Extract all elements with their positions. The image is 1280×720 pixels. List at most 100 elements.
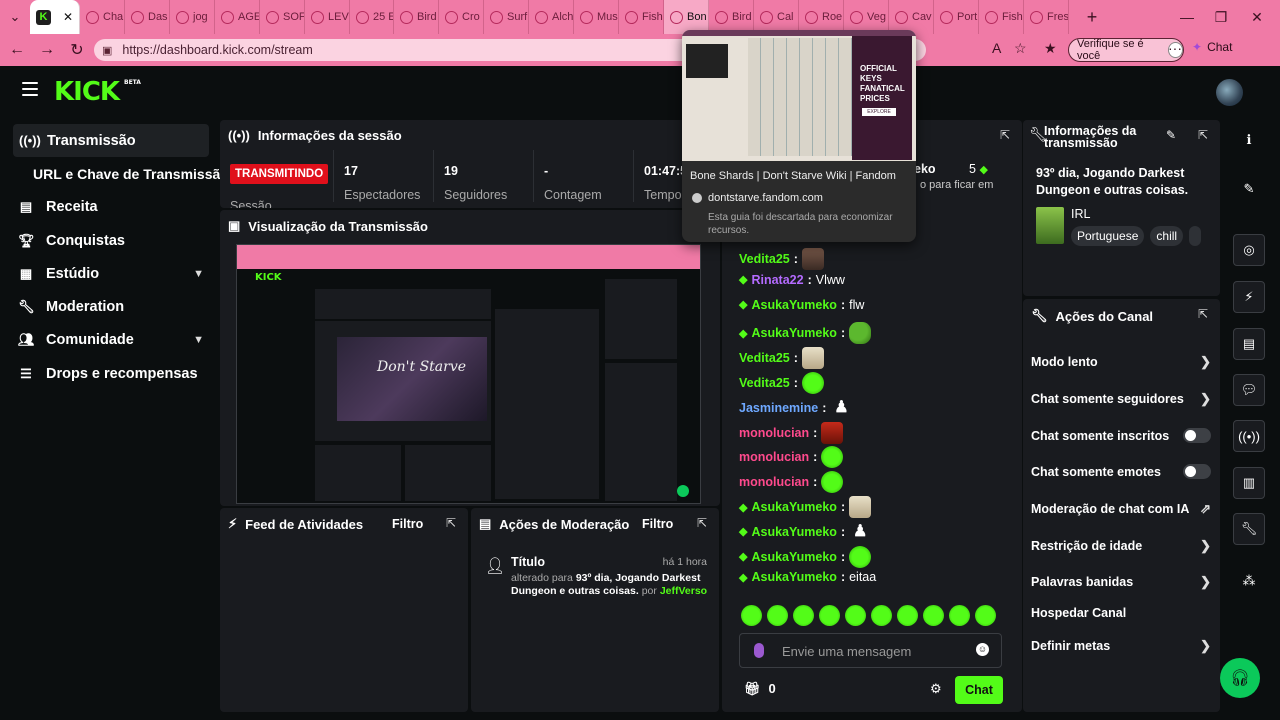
- sidebar-item-url-chave[interactable]: URL e Chave de Transmissão: [4, 157, 229, 190]
- sidebar-item-comunidade[interactable]: 👥︎ Comunidade ▼: [4, 324, 220, 357]
- chat-emote[interactable]: ♟: [849, 521, 871, 543]
- browser-tab[interactable]: LEV: [305, 0, 350, 34]
- chat-username[interactable]: AsukaYumeko: [751, 500, 836, 514]
- toggle-switch[interactable]: [1183, 428, 1211, 443]
- more-menu-icon[interactable]: ···: [1168, 40, 1182, 56]
- chat-username[interactable]: monolucian: [739, 450, 809, 464]
- browser-tab[interactable]: Bon: [664, 0, 709, 34]
- browser-tab[interactable]: Cha: [80, 0, 125, 34]
- back-icon[interactable]: ←: [2, 34, 32, 66]
- close-window-icon[interactable]: ✕: [1234, 0, 1280, 34]
- read-aloud-icon[interactable]: A: [992, 40, 1001, 56]
- chat-bubble-icon[interactable]: 💬︎: [1233, 374, 1265, 406]
- edit-pencil-icon[interactable]: ✎: [1233, 173, 1265, 205]
- chat-username[interactable]: AsukaYumeko: [751, 326, 836, 340]
- browser-tab[interactable]: Bird: [394, 0, 439, 34]
- browser-tab[interactable]: Veg: [844, 0, 889, 34]
- chat-emote[interactable]: [821, 446, 844, 469]
- sidebar-item-receita[interactable]: ▤ Receita: [4, 191, 220, 224]
- browser-tab[interactable]: Alch: [529, 0, 574, 34]
- favorites-bar-icon[interactable]: ★: [1044, 40, 1057, 57]
- chat-username[interactable]: monolucian: [739, 426, 809, 440]
- chat-emote[interactable]: [849, 322, 872, 345]
- chat-emote[interactable]: [849, 545, 872, 568]
- chat-username[interactable]: AsukaYumeko: [751, 298, 836, 312]
- toggle-switch[interactable]: [1183, 464, 1211, 479]
- browser-tab[interactable]: Roe: [799, 0, 844, 34]
- browser-tab[interactable]: Mus: [574, 0, 619, 34]
- browser-tab[interactable]: jog: [170, 0, 215, 34]
- chat-username[interactable]: Vedita25: [739, 376, 790, 390]
- browser-tab[interactable]: Bird: [709, 0, 754, 34]
- apps-icon[interactable]: ⁂: [1233, 565, 1265, 597]
- broadcast-icon[interactable]: ((•)): [1233, 420, 1265, 452]
- camera-capture-icon[interactable]: ◎: [1233, 234, 1265, 266]
- emote-button[interactable]: [845, 605, 866, 626]
- popout-icon[interactable]: ⇱: [446, 516, 456, 530]
- favorite-star-icon[interactable]: ☆: [1014, 40, 1027, 57]
- new-tab-icon[interactable]: +: [1077, 0, 1107, 34]
- sidebar-item-conquistas[interactable]: 🏆︎ Conquistas: [4, 224, 220, 257]
- browser-tab[interactable]: Cro: [439, 0, 484, 34]
- emoji-picker-icon[interactable]: ☺: [976, 643, 989, 656]
- chat-emote[interactable]: [821, 471, 844, 494]
- browser-tab[interactable]: Surf: [484, 0, 529, 34]
- site-info-icon[interactable]: ▣: [102, 44, 112, 57]
- sidebar-item-estudio[interactable]: ▦ Estúdio ▼: [4, 257, 220, 290]
- chat-username[interactable]: AsukaYumeko: [751, 550, 836, 564]
- popout-icon[interactable]: ⇱: [1198, 128, 1208, 142]
- copilot-chat-button[interactable]: ✦ Chat: [1192, 40, 1232, 54]
- support-headset-icon[interactable]: 🎧︎: [1220, 658, 1260, 698]
- hamburger-menu-icon[interactable]: [22, 82, 38, 96]
- edit-pencil-icon[interactable]: ✎: [1166, 128, 1176, 142]
- browser-tab[interactable]: Port: [934, 0, 979, 34]
- sidebar-item-drops[interactable]: ☰ Drops e recompensas: [4, 357, 220, 390]
- channel-action-item[interactable]: Definir metas ❯: [1031, 638, 1211, 654]
- tag-chip-overflow[interactable]: [1189, 226, 1202, 246]
- chat-username[interactable]: Vedita25: [739, 351, 790, 365]
- reload-icon[interactable]: ↻: [62, 34, 92, 66]
- lightning-icon[interactable]: ⚡︎: [1233, 281, 1265, 313]
- verify-identity-button[interactable]: Verifique se é você: [1068, 38, 1184, 62]
- browser-tab-active[interactable]: K ✕: [30, 0, 80, 34]
- channel-action-item[interactable]: Palavras banidas ❯: [1031, 574, 1211, 590]
- emote-button[interactable]: [949, 605, 970, 626]
- emote-button[interactable]: [923, 605, 944, 626]
- sidebar-item-moderation[interactable]: 🔧︎ Moderation: [4, 290, 220, 323]
- browser-tab[interactable]: AGE: [215, 0, 260, 34]
- activity-filter-button[interactable]: Filtro: [392, 517, 423, 531]
- emote-button[interactable]: [793, 605, 814, 626]
- user-avatar[interactable]: [1216, 79, 1243, 106]
- layout-icon[interactable]: ▥: [1233, 467, 1265, 499]
- channel-action-item[interactable]: Hospedar Canal: [1031, 606, 1211, 620]
- emote-button[interactable]: [767, 605, 788, 626]
- emote-button[interactable]: [871, 605, 892, 626]
- wrench-icon[interactable]: 🔧︎: [1233, 513, 1265, 545]
- channel-action-item[interactable]: Chat somente seguidores ❯: [1031, 391, 1211, 407]
- channel-action-item[interactable]: Chat somente inscritos: [1031, 428, 1211, 443]
- browser-tab[interactable]: Fish: [619, 0, 664, 34]
- channel-points[interactable]: 🎁︎ 0: [744, 681, 776, 697]
- forward-icon[interactable]: →: [32, 34, 62, 66]
- mod-entry-user[interactable]: JeffVerso: [660, 585, 707, 597]
- browser-tab[interactable]: Cav: [889, 0, 934, 34]
- info-icon[interactable]: ℹ: [1233, 124, 1265, 156]
- chat-settings-icon[interactable]: ⚙: [930, 681, 942, 697]
- sidebar-item-transmissao[interactable]: ((•)) Transmissão: [13, 124, 209, 158]
- tab-list-chevron-icon[interactable]: ⌄: [0, 0, 30, 34]
- channel-action-item[interactable]: Chat somente emotes: [1031, 464, 1211, 479]
- tag-chip[interactable]: Portuguese: [1071, 226, 1145, 246]
- browser-tab[interactable]: Fres: [1024, 0, 1069, 34]
- emote-button[interactable]: [819, 605, 840, 626]
- popout-icon[interactable]: ⇱: [1000, 128, 1010, 142]
- tag-chip[interactable]: chill: [1150, 226, 1184, 246]
- chat-username[interactable]: Rinata22: [751, 273, 803, 287]
- chat-emote[interactable]: ♟: [830, 397, 852, 419]
- stream-preview-video[interactable]: KICK Don't Starve: [236, 244, 701, 504]
- channel-action-item[interactable]: Moderação de chat com IA ⇗: [1031, 501, 1211, 517]
- chat-emote[interactable]: [801, 347, 824, 370]
- microphone-icon[interactable]: [754, 643, 764, 658]
- tab-close-icon[interactable]: ✕: [63, 10, 73, 24]
- moderation-filter-button[interactable]: Filtro: [642, 517, 673, 531]
- chat-username[interactable]: AsukaYumeko: [751, 570, 836, 584]
